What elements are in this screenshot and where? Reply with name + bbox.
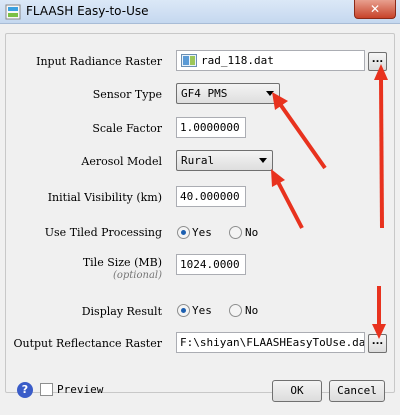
scale-factor-input[interactable]: 1.0000000 (176, 117, 246, 138)
cancel-button[interactable]: Cancel (329, 380, 385, 402)
input-radiance-value: rad_118.dat (201, 54, 274, 67)
input-radiance-field[interactable]: rad_118.dat (176, 50, 365, 71)
aerosol-model-label: Aerosol Model (81, 155, 162, 168)
initial-visibility-label: Initial Visibility (km) (47, 191, 162, 204)
aerosol-model-value: Rural (181, 154, 215, 167)
title-bar[interactable]: FLAASH Easy-to-Use ✕ (0, 0, 400, 24)
tiled-processing-no-radio[interactable] (229, 226, 242, 239)
tiled-processing-yes-label[interactable]: Yes (192, 226, 212, 239)
preview-label[interactable]: Preview (57, 383, 103, 396)
tiled-processing-yes-radio[interactable] (177, 226, 190, 239)
tile-size-input[interactable]: 1024.0000 (176, 254, 246, 275)
window-title: FLAASH Easy-to-Use (26, 4, 149, 18)
display-result-no-label[interactable]: No (245, 304, 258, 317)
sensor-type-label: Sensor Type (92, 88, 162, 101)
aerosol-model-dropdown[interactable]: Rural (176, 150, 273, 171)
display-result-yes-radio[interactable] (177, 304, 190, 317)
raster-file-icon (181, 54, 197, 67)
initial-visibility-input[interactable]: 40.000000 (176, 186, 246, 207)
ok-button[interactable]: OK (272, 380, 322, 402)
sensor-type-dropdown[interactable]: GF4 PMS (176, 83, 280, 104)
app-icon (5, 4, 21, 20)
preview-checkbox[interactable] (40, 383, 53, 396)
input-radiance-label: Input Radiance Raster (36, 55, 162, 68)
help-icon[interactable]: ? (17, 382, 33, 398)
sensor-type-value: GF4 PMS (181, 87, 228, 100)
chevron-down-icon (266, 91, 274, 96)
scale-factor-label: Scale Factor (92, 122, 162, 135)
tiled-processing-no-label[interactable]: No (245, 226, 258, 239)
chevron-down-icon (259, 158, 267, 163)
display-result-yes-label[interactable]: Yes (192, 304, 212, 317)
display-result-no-radio[interactable] (229, 304, 242, 317)
display-result-label: Display Result (81, 305, 162, 318)
output-reflectance-browse-button[interactable]: ... (368, 334, 387, 353)
tile-size-sublabel: (optional) (112, 270, 162, 281)
input-radiance-browse-button[interactable]: ... (368, 52, 387, 71)
close-button[interactable]: ✕ (354, 0, 396, 19)
output-reflectance-input[interactable]: F:\shiyan\FLAASHEasyToUse.dat (176, 332, 365, 353)
tiled-processing-label: Use Tiled Processing (44, 226, 162, 239)
output-reflectance-label: Output Reflectance Raster (13, 337, 162, 350)
tile-size-label: Tile Size (MB) (82, 256, 162, 269)
